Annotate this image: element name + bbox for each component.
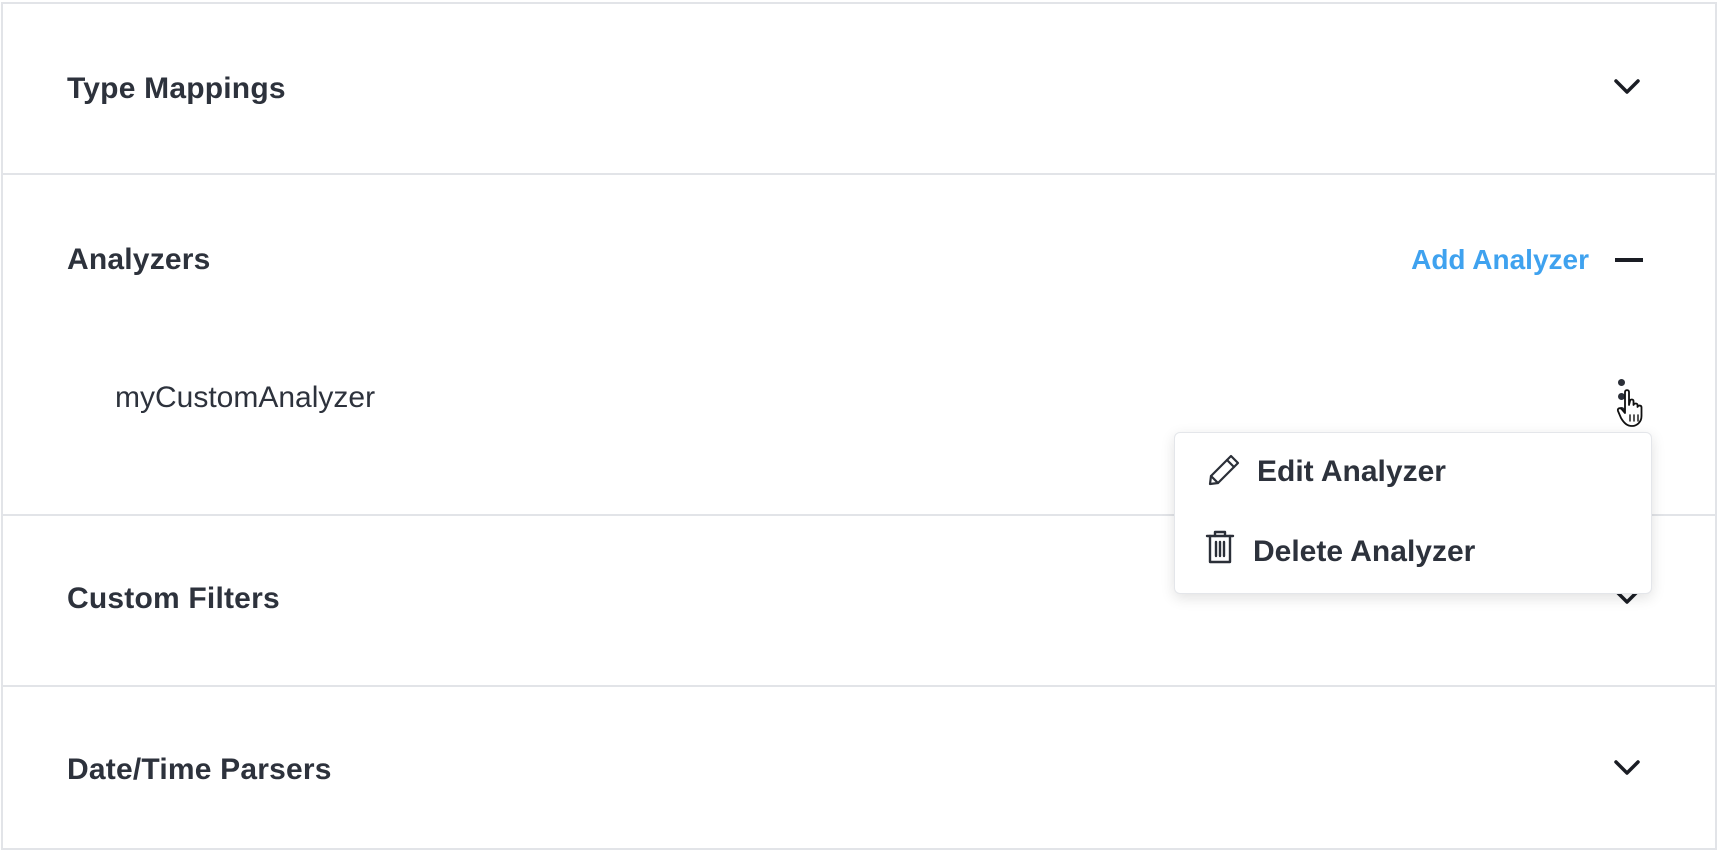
- menu-item-edit-analyzer[interactable]: Edit Analyzer: [1175, 433, 1651, 503]
- menu-item-label: Delete Analyzer: [1253, 535, 1476, 568]
- chevron-down-icon[interactable]: [1613, 78, 1641, 96]
- section-type-mappings[interactable]: Type Mappings: [3, 4, 1715, 175]
- menu-item-label: Edit Analyzer: [1257, 455, 1446, 488]
- section-title-custom-filters: Custom Filters: [67, 582, 280, 615]
- section-title-type-mappings: Type Mappings: [67, 72, 286, 105]
- chevron-down-icon[interactable]: [1613, 759, 1641, 777]
- trash-icon: [1205, 530, 1235, 564]
- section-date-time-parsers[interactable]: Date/Time Parsers: [3, 687, 1715, 850]
- section-title-analyzers[interactable]: Analyzers: [67, 243, 211, 277]
- add-analyzer-link[interactable]: Add Analyzer: [1411, 244, 1589, 276]
- section-title-date-time-parsers: Date/Time Parsers: [67, 753, 332, 786]
- collapse-icon[interactable]: [1615, 258, 1643, 262]
- pencil-icon: [1208, 454, 1240, 486]
- menu-item-delete-analyzer[interactable]: Delete Analyzer: [1175, 513, 1651, 583]
- analyzer-context-menu: Edit Analyzer Delete Analyzer: [1174, 432, 1652, 594]
- analyzer-item-name: myCustomAnalyzer: [115, 381, 376, 414]
- accordion-panel: Type Mappings Analyzers Add Analyzer myC…: [1, 2, 1717, 850]
- kebab-menu-icon[interactable]: [1615, 377, 1627, 417]
